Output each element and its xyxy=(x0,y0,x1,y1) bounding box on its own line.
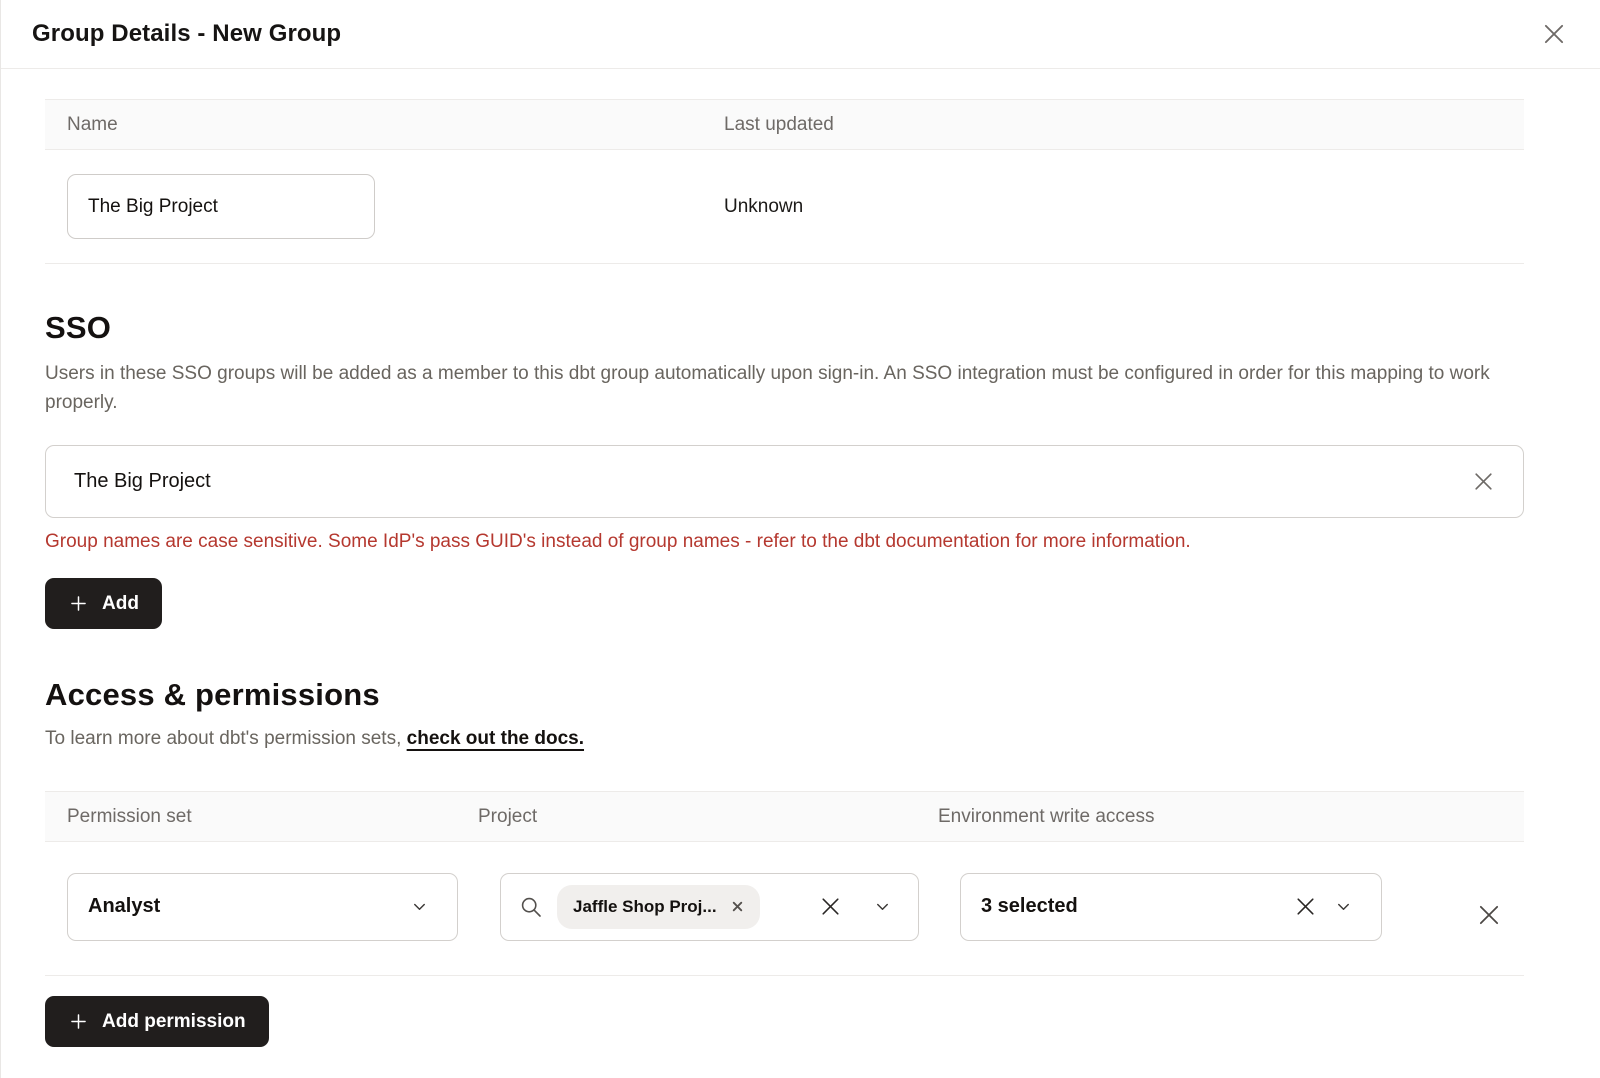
column-header-environment-write-access: Environment write access xyxy=(938,806,1524,828)
project-tag-label: Jaffle Shop Proj... xyxy=(573,897,717,917)
project-multiselect[interactable]: Jaffle Shop Proj... xyxy=(500,873,919,941)
project-tag[interactable]: Jaffle Shop Proj... xyxy=(557,885,760,929)
permissions-table: Permission set Project Environment write… xyxy=(45,791,1524,976)
remove-permission-row-icon[interactable] xyxy=(1471,897,1507,933)
chevron-down-icon xyxy=(402,897,437,916)
environment-clear-icon[interactable] xyxy=(1285,894,1326,919)
sso-clear-icon[interactable] xyxy=(1470,468,1497,495)
plus-icon xyxy=(68,1011,89,1032)
close-icon[interactable] xyxy=(1539,19,1569,49)
permissions-table-header: Permission set Project Environment write… xyxy=(45,791,1524,842)
environment-selected-count: 3 selected xyxy=(981,895,1078,918)
docs-link[interactable]: check out the docs. xyxy=(407,728,584,749)
tag-remove-icon[interactable] xyxy=(731,900,744,913)
last-updated-value: Unknown xyxy=(724,196,803,218)
modal-content: Name Last updated Unknown SSO Users in t… xyxy=(1,99,1600,1047)
permission-row: Analyst xyxy=(45,842,1524,976)
column-header-name: Name xyxy=(45,114,724,136)
sso-group-field xyxy=(45,445,1524,518)
add-permission-button[interactable]: Add permission xyxy=(45,996,269,1047)
permissions-description: To learn more about dbt's permission set… xyxy=(45,728,1524,750)
plus-icon xyxy=(68,593,89,614)
permission-set-value: Analyst xyxy=(88,895,160,918)
page-title: Group Details - New Group xyxy=(32,20,341,48)
access-permissions-heading: Access & permissions xyxy=(45,677,1524,713)
table-row: Unknown xyxy=(45,150,1524,264)
chevron-down-icon xyxy=(1326,897,1361,916)
column-header-last-updated: Last updated xyxy=(724,114,1524,136)
modal-header: Group Details - New Group xyxy=(1,0,1600,69)
group-name-table: Name Last updated Unknown xyxy=(45,99,1524,264)
column-header-project: Project xyxy=(478,806,938,828)
chevron-down-icon xyxy=(865,897,900,916)
permission-set-select[interactable]: Analyst xyxy=(67,873,458,941)
column-header-permission-set: Permission set xyxy=(45,806,478,828)
sso-group-input[interactable] xyxy=(72,469,1470,494)
project-clear-icon[interactable] xyxy=(810,894,851,919)
environment-write-access-select[interactable]: 3 selected xyxy=(960,873,1382,941)
add-permission-label: Add permission xyxy=(102,1011,246,1033)
name-table-header: Name Last updated xyxy=(45,99,1524,150)
group-details-modal: Group Details - New Group Name Last upda… xyxy=(0,0,1600,1078)
add-button-label: Add xyxy=(102,593,139,615)
sso-description: Users in these SSO groups will be added … xyxy=(45,359,1523,417)
search-icon xyxy=(519,895,543,919)
permissions-description-text: To learn more about dbt's permission set… xyxy=(45,728,407,749)
sso-heading: SSO xyxy=(45,310,1524,346)
sso-case-sensitive-warning: Group names are case sensitive. Some IdP… xyxy=(45,531,1524,553)
group-name-input[interactable] xyxy=(67,174,375,239)
add-sso-group-button[interactable]: Add xyxy=(45,578,162,629)
